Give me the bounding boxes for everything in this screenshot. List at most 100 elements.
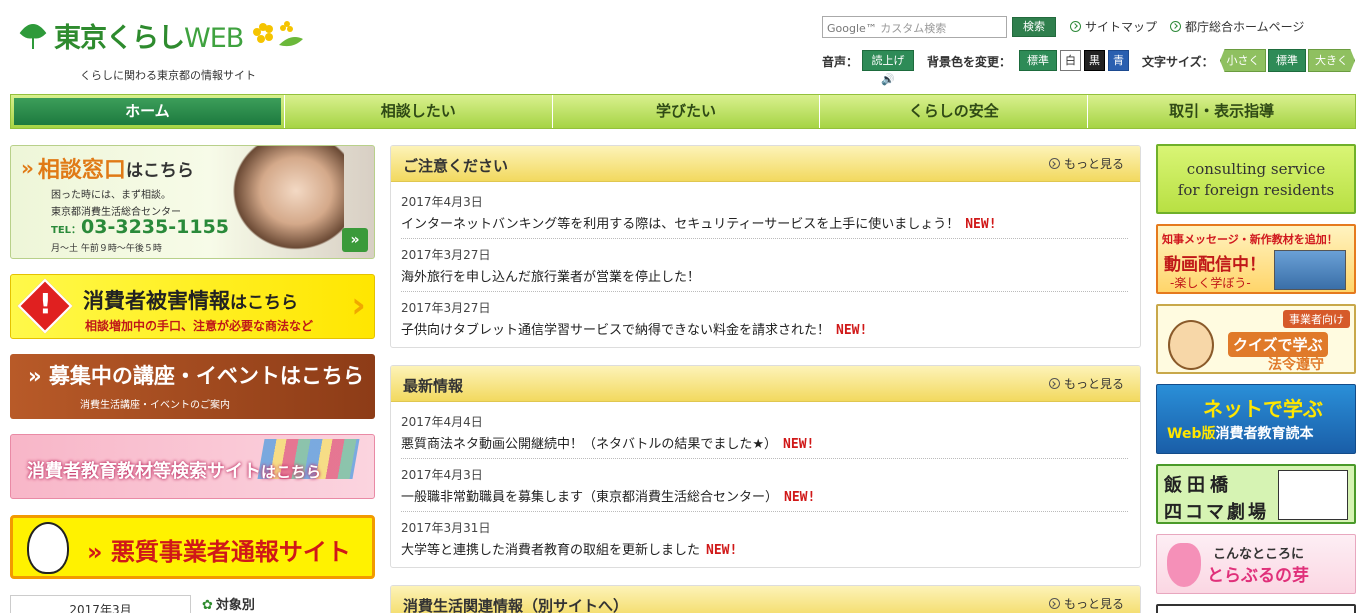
video-banner[interactable]: 知事メッセージ・新作教材を追加！ 動画配信中！ -楽しく学ぼう-	[1156, 224, 1356, 294]
nav-safety[interactable]: くらしの安全	[819, 95, 1087, 128]
new-badge: NEW!	[784, 490, 816, 505]
partial-banner[interactable]	[1156, 604, 1356, 613]
materials-banner[interactable]: 消費者教育教材等検索サイトはこちら	[10, 434, 375, 499]
latest-title: 最新情報	[403, 377, 464, 395]
logo-text: 東京くらしWEB	[54, 23, 244, 54]
nav-home[interactable]: ホーム	[14, 98, 281, 125]
global-nav: ホーム 相談したい 学びたい くらしの安全 取引・表示指導	[10, 94, 1356, 129]
foreign-line1: consulting service	[1186, 160, 1326, 178]
consult-banner[interactable]: » 相談窓口 はこちら 困った時には、まず相談。 東京都消費生活総合センター TEL…	[10, 145, 375, 259]
news-link[interactable]: 一般職非常勤職員を募集します（東京都消費生活総合センター） NEW!	[401, 486, 1128, 505]
font-standard-button[interactable]: 標準	[1268, 49, 1306, 72]
news-date: 2017年4月3日	[401, 195, 483, 209]
caution-title: ご注意ください	[403, 157, 509, 175]
woman-photo	[224, 146, 344, 258]
latest-panel-header: 最新情報 もっと見る	[391, 366, 1140, 402]
damage-info-banner[interactable]: ! 消費者被害情報はこちら 相談増加中の手口、注意が必要な商法など ›	[10, 274, 375, 339]
events-subtitle: 消費生活講座・イベントのご案内	[80, 400, 230, 411]
double-chevron-icon: »	[87, 538, 111, 566]
latest-more-link[interactable]: もっと見る	[1048, 375, 1124, 392]
materials-title: 消費者教育教材等検索サイトはこちら	[27, 461, 322, 482]
sitemap-link[interactable]: サイトマップ	[1070, 18, 1157, 35]
damage-title: 消費者被害情報はこちら	[83, 289, 298, 313]
damage-subtitle: 相談増加中の手口、注意が必要な商法など	[85, 319, 314, 333]
bg-white-button[interactable]: 白	[1060, 50, 1081, 71]
calendar-month-tab[interactable]: 2017年3月	[10, 595, 191, 613]
consult-hours: 月～土 午前９時～午後５時	[51, 244, 162, 254]
ginkgo-leaf-icon	[18, 21, 48, 51]
caution-panel: ご注意ください もっと見る 2017年4月3日 インターネットバンキング等を利用…	[390, 145, 1141, 348]
video-thumbnail	[1274, 250, 1346, 290]
net-learning-banner[interactable]: ネットで学ぶ Web版消費者教育読本	[1156, 384, 1356, 454]
consult-title: » 相談窓口 はこちら	[21, 156, 194, 183]
news-item: 2017年4月4日 悪質商法ネタ動画公開継続中！（ネタバトルの結果でました★） N…	[401, 406, 1128, 459]
news-link[interactable]: 子供向けタブレット通信学習サービスで納得できない料金を請求された！ NEW!	[401, 319, 1128, 338]
iidabashi-comic-banner[interactable]: 飯田橋 四コマ劇場	[1156, 464, 1356, 524]
flower-icon	[249, 17, 305, 54]
related-more-link[interactable]: もっと見る	[1048, 595, 1124, 612]
trouble-bud-banner[interactable]: こんなところに とらぶるの芽	[1156, 534, 1356, 594]
news-link[interactable]: インターネットバンキング等を利用する際は、セキュリティーサービスを上手に使いまし…	[401, 213, 1128, 232]
news-date: 2017年3月31日	[401, 521, 491, 535]
character-icon	[1168, 320, 1214, 370]
report-banner[interactable]: » 悪質事業者通報サイト	[10, 515, 375, 579]
bgcolor-label: 背景色を変更：	[927, 55, 1012, 69]
news-link[interactable]: 悪質商法ネタ動画公開継続中！（ネタバトルの結果でました★） NEW!	[401, 433, 1128, 452]
news-date: 2017年3月27日	[401, 248, 491, 262]
arrow-circle-icon	[1048, 598, 1060, 609]
caution-panel-header: ご注意ください もっと見る	[391, 146, 1140, 182]
gov-homepage-link[interactable]: 都庁総合ホームページ	[1170, 18, 1304, 35]
news-item: 2017年3月27日 海外旅行を申し込んだ旅行業者が営業を停止した！	[401, 239, 1128, 292]
search-button[interactable]: 検索	[1012, 17, 1056, 37]
new-badge: NEW!	[836, 323, 868, 338]
fontsize-label: 文字サイズ：	[1142, 55, 1214, 69]
double-chevron-icon: »	[342, 228, 368, 252]
bg-black-button[interactable]: 黒	[1084, 50, 1105, 71]
iidabashi-line2: 四コマ劇場	[1164, 502, 1269, 523]
bg-standard-button[interactable]: 標準	[1019, 50, 1057, 71]
font-larger-button[interactable]: 大きく	[1308, 49, 1355, 72]
chevron-right-icon: ›	[351, 285, 366, 326]
search-input[interactable]: Google™ カスタム検索	[822, 16, 1007, 38]
target-section-title: 対象別	[202, 594, 255, 613]
font-smaller-button[interactable]: 小さく	[1220, 49, 1266, 72]
torabu-line2: とらぶるの芽	[1207, 566, 1309, 586]
quiz-tag: 事業者向け	[1283, 310, 1350, 328]
mascot-face-icon	[27, 522, 69, 574]
double-chevron-icon: »	[28, 364, 49, 388]
arrow-circle-icon	[1170, 21, 1181, 32]
arrow-circle-icon	[1048, 378, 1060, 389]
nav-consult[interactable]: 相談したい	[283, 95, 552, 128]
news-link[interactable]: 大学等と連携した消費者教育の取組を更新しました NEW!	[401, 539, 1128, 558]
video-sub-text: -楽しく学ぼう-	[1170, 276, 1251, 290]
double-chevron-icon: »	[21, 156, 34, 180]
related-title: 消費生活関連情報（別サイトへ）	[403, 597, 629, 613]
caution-more-link[interactable]: もっと見る	[1048, 155, 1124, 172]
net-sub-text: Web版消費者教育読本	[1167, 426, 1314, 442]
read-aloud-button[interactable]: 読上げ 🔊	[862, 50, 914, 86]
news-link[interactable]: 海外旅行を申し込んだ旅行業者が営業を停止した！	[401, 266, 1128, 285]
news-item: 2017年4月3日 一般職非常勤職員を募集します（東京都消費生活総合センター） N…	[401, 459, 1128, 512]
consult-tel: TEL：03-3235-1155	[51, 216, 230, 238]
related-panel: 消費生活関連情報（別サイトへ） もっと見る	[390, 585, 1141, 613]
consult-line1: 困った時には、まず相談。	[51, 190, 171, 201]
site-tagline: くらしに関わる東京都の情報サイト	[80, 69, 256, 82]
video-main-text: 動画配信中！	[1164, 255, 1266, 275]
net-main-text: ネットで学ぶ	[1203, 397, 1323, 421]
exclamation-icon: !	[39, 287, 52, 320]
new-badge: NEW!	[783, 437, 815, 452]
quiz-sub-text: 法令遵守	[1268, 357, 1324, 373]
arrow-circle-icon	[1070, 21, 1081, 32]
site-logo[interactable]: 東京くらしWEB	[18, 16, 305, 55]
comic-character-icon	[1278, 470, 1348, 520]
speaker-icon: 🔊	[881, 73, 895, 86]
iidabashi-line1: 飯田橋	[1164, 475, 1233, 496]
bg-blue-button[interactable]: 青	[1108, 50, 1129, 71]
nav-learn[interactable]: 学びたい	[551, 95, 820, 128]
nav-trade[interactable]: 取引・表示指導	[1087, 95, 1355, 128]
news-date: 2017年4月4日	[401, 415, 483, 429]
report-title: » 悪質事業者通報サイト	[87, 538, 351, 566]
foreign-residents-banner[interactable]: consulting service for foreign residents	[1156, 144, 1356, 214]
events-banner[interactable]: » 募集中の講座・イベントはこちら 消費生活講座・イベントのご案内	[10, 354, 375, 419]
quiz-banner[interactable]: 事業者向け クイズで学ぶ 法令遵守	[1156, 304, 1356, 374]
